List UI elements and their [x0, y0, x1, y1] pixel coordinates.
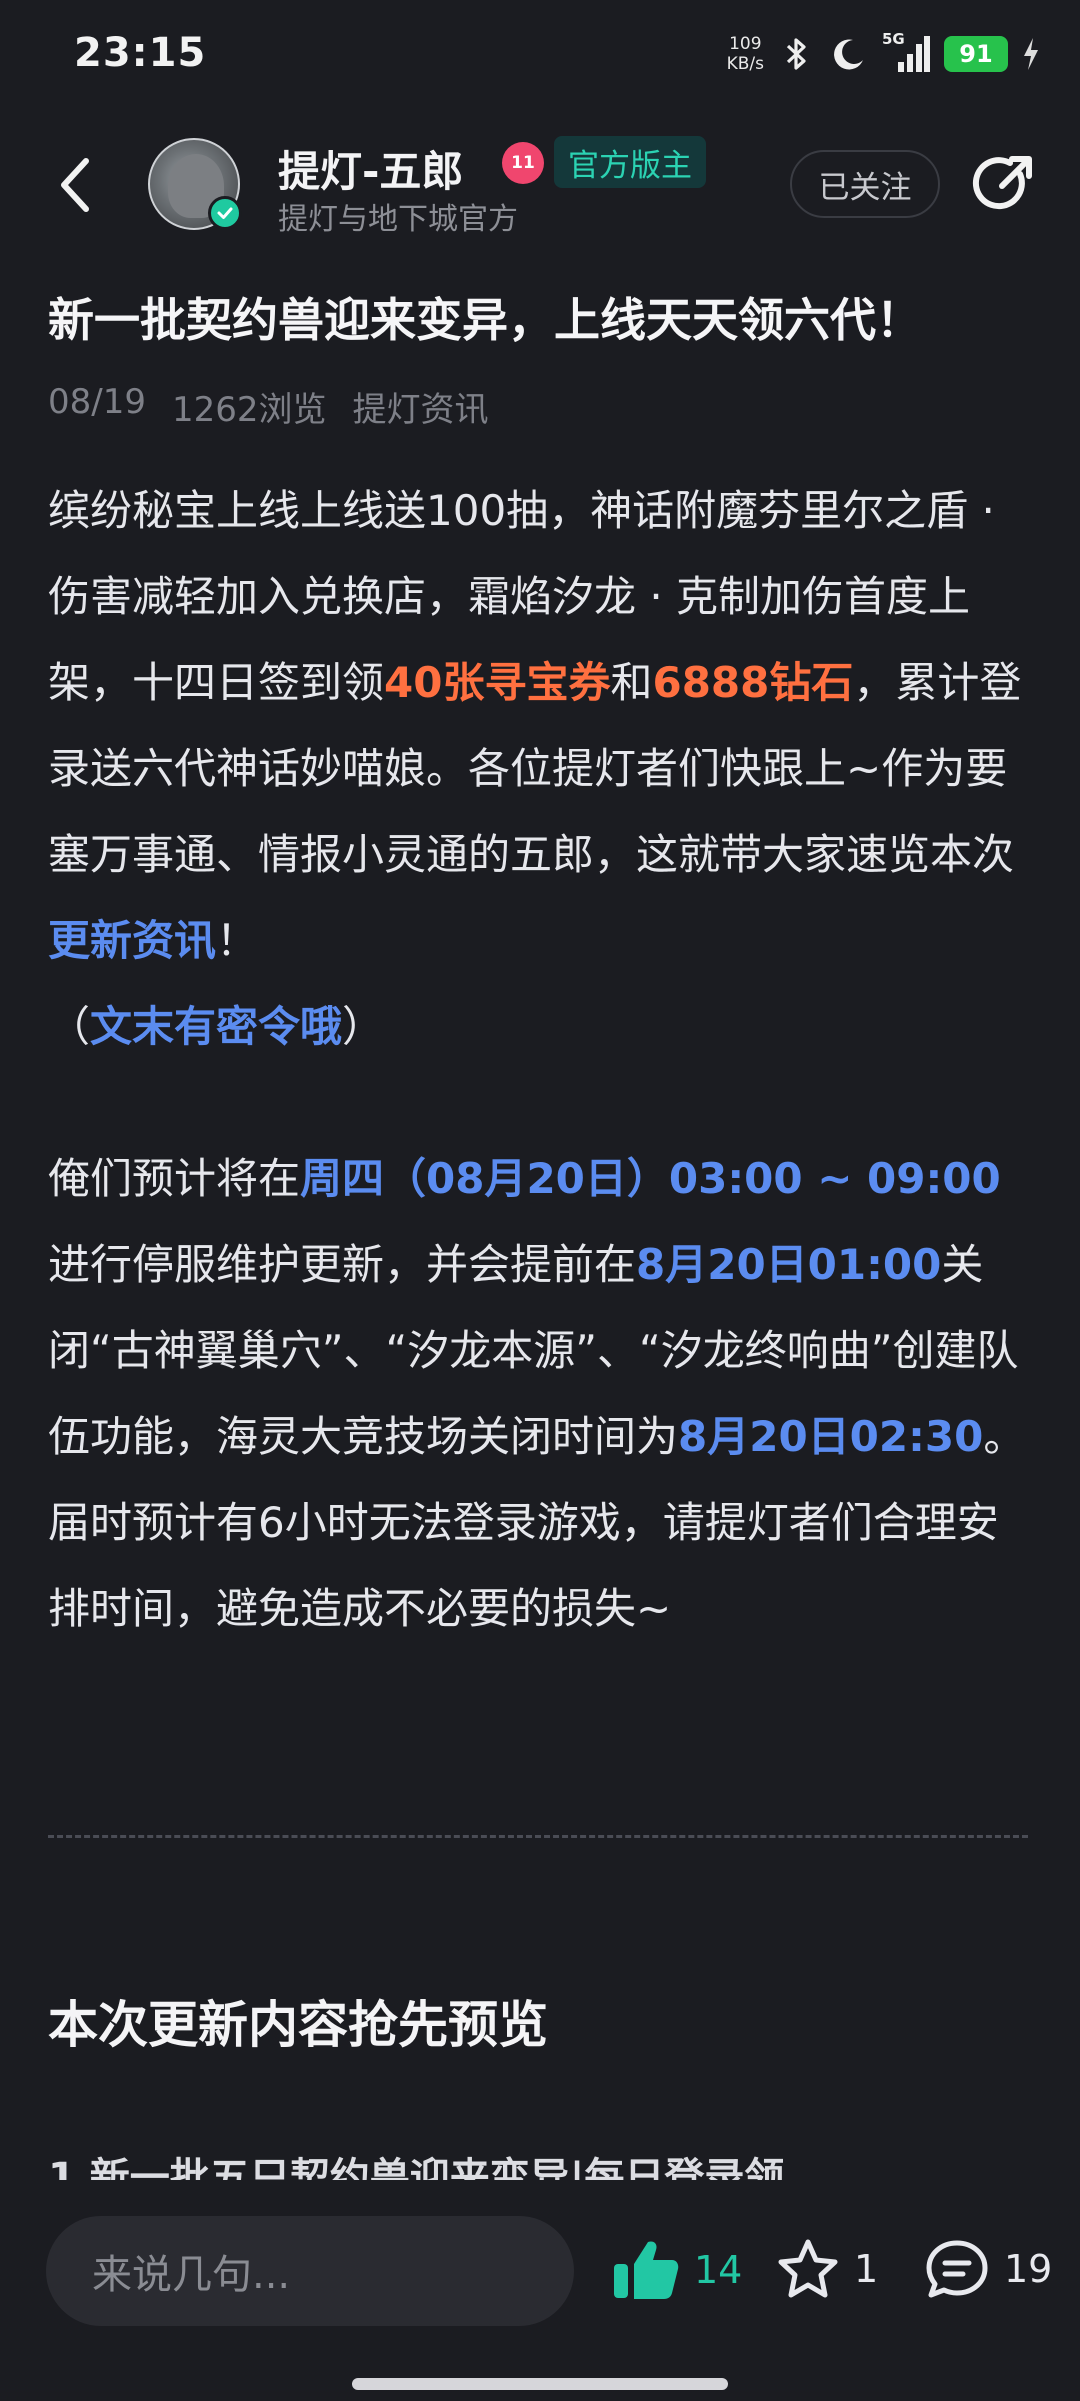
like-count: 14 [694, 2248, 743, 2292]
text-segment: （ [48, 1002, 91, 1051]
comments-button[interactable]: 19 [924, 2238, 1052, 2300]
text-segment: 进行停服维护更新，并会提前在 [48, 1240, 637, 1289]
net-speed-value: 109 [729, 34, 762, 54]
list-item-text: 1 新一批五只契约兽迎来变异|每日登录领 [48, 2155, 785, 2180]
moon-icon [830, 35, 868, 73]
highlight-close-time: 8月20日01:00 [636, 1240, 942, 1289]
back-button[interactable] [50, 152, 100, 218]
back-icon [61, 158, 89, 212]
highlight-arena-close-time: 8月20日02:30 [678, 1412, 984, 1461]
list-item: 1 新一批五只契约兽迎来变异|每日登录领 [48, 2150, 1038, 2180]
author-name[interactable]: 提灯-五郎 [278, 138, 463, 199]
status-icons: 109 KB/s 5G 91 [727, 26, 1040, 82]
favorite-count: 1 [854, 2247, 879, 2291]
home-indicator[interactable] [352, 2378, 728, 2390]
comment-input[interactable]: 来说几句... [46, 2216, 574, 2326]
text-segment: 和 [610, 658, 653, 707]
post-category[interactable]: 提灯资讯 [353, 382, 489, 431]
highlight-diamonds: 6888钻石 [652, 658, 854, 707]
text-segment: ） [342, 1002, 385, 1051]
bluetooth-icon [778, 35, 816, 73]
dashed-divider [48, 1835, 1028, 1838]
bottom-action-bar: 来说几句... 14 1 19 [0, 2180, 1080, 2401]
paragraph-intro: 缤纷秘宝上线上线送100抽，神话附魔芬里尔之盾 · 伤害减轻加入兑换店，霜焰汐龙… [48, 468, 1038, 1070]
favorite-button[interactable]: 1 [776, 2238, 878, 2300]
highlight-treasure-tickets: 40张寻宝券 [384, 658, 611, 707]
text-segment: 俺们预计将在 [48, 1154, 301, 1203]
role-badge: 官方版主 [554, 136, 706, 188]
net-speed: 109 KB/s [727, 34, 764, 74]
like-icon [614, 2241, 679, 2299]
post-header: 提灯-五郎 11 官方版主 提灯与地下城官方 已关注 [0, 130, 1080, 240]
highlight-maintenance-time: 周四（08月20日）03:00 ~ 09:00 [300, 1154, 1001, 1203]
status-time: 23:15 [74, 30, 207, 76]
section-title: 本次更新内容抢先预览 [48, 1996, 548, 2054]
paragraph-maintenance: 俺们预计将在周四（08月20日）03:00 ~ 09:00 进行停服维护更新，并会… [48, 1136, 1038, 1652]
share-icon [972, 156, 1032, 210]
status-bar: 23:15 109 KB/s 5G 91 [0, 0, 1080, 110]
like-button[interactable]: 14 [612, 2238, 742, 2302]
link-secret-code[interactable]: 文末有密令哦 [90, 1002, 342, 1051]
text-segment: ！ [216, 916, 259, 965]
verified-icon [208, 196, 242, 230]
share-button[interactable] [972, 154, 1034, 216]
comment-icon [926, 2240, 988, 2298]
post-body: 缤纷秘宝上线上线送100抽，神话附魔芬里尔之盾 · 伤害减轻加入兑换店，霜焰汐龙… [48, 468, 1038, 1652]
author-subtitle: 提灯与地下城官方 [278, 202, 518, 237]
post-title: 新一批契约兽迎来变异，上线天天领六代！ [48, 293, 922, 347]
battery-indicator: 91 [944, 36, 1008, 72]
net-speed-unit: KB/s [726, 54, 764, 74]
star-icon [778, 2239, 838, 2298]
comment-count: 19 [1004, 2247, 1053, 2291]
link-update-info[interactable]: 更新资讯 [48, 916, 216, 965]
post-meta: 08/19 1262浏览 提灯资讯 [48, 382, 489, 431]
post-views: 1262浏览 [171, 390, 327, 430]
level-badge: 11 [502, 142, 544, 184]
charging-icon [1022, 37, 1040, 71]
follow-button[interactable]: 已关注 [790, 150, 940, 218]
signal-icon: 5G [882, 30, 930, 74]
post-date: 08/19 [48, 382, 146, 422]
